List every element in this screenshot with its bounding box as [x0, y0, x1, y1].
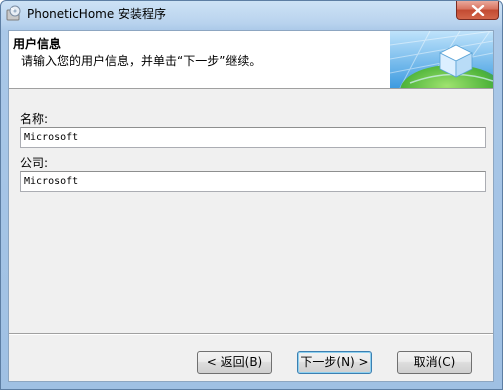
close-button[interactable]: [456, 1, 499, 20]
cancel-button[interactable]: 取消(C): [397, 351, 472, 374]
company-input[interactable]: [20, 171, 486, 192]
title-bar[interactable]: PhoneticHome 安装程序: [1, 1, 502, 25]
name-input[interactable]: [20, 127, 486, 148]
page-subtitle: 请输入您的用户信息，并单击“下一步”继续。: [21, 54, 262, 68]
button-separator: [9, 333, 493, 335]
page-title: 用户信息: [13, 37, 62, 51]
close-icon: [471, 5, 485, 16]
next-button[interactable]: 下一步(N) >: [297, 351, 372, 374]
window-title: PhoneticHome 安装程序: [27, 7, 167, 21]
dialog-body: 用户信息 请输入您的用户信息，并单击“下一步”继续。 名称: Microsoft…: [8, 30, 494, 382]
company-label: 公司:: [20, 156, 49, 170]
globe-cube-graphic: [390, 31, 493, 88]
installer-disc-icon: [6, 5, 22, 21]
name-label: 名称:: [20, 112, 49, 126]
back-button[interactable]: < 返回(B): [197, 351, 272, 374]
wizard-header: 用户信息 请输入您的用户信息，并单击“下一步”继续。: [9, 31, 493, 89]
installer-window: PhoneticHome 安装程序 用户信息 请输入您的用户信息，并单击“下一步…: [0, 0, 503, 390]
